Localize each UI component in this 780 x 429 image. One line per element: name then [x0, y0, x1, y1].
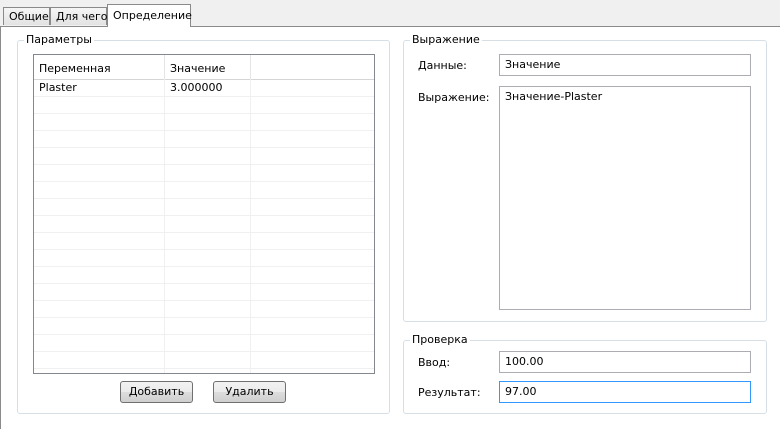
result-field[interactable]: 97.00 — [499, 381, 751, 403]
add-button[interactable]: Добавить — [120, 381, 193, 403]
column-header-value[interactable]: Значение — [165, 55, 251, 79]
input-field[interactable]: 100.00 — [499, 351, 751, 373]
tab-general[interactable]: Общие — [3, 7, 50, 25]
table-row[interactable]: Plaster 3.000000 — [34, 79, 374, 96]
row-value: 3.000000 — [170, 81, 223, 94]
column-header-variable[interactable]: Переменная — [34, 55, 165, 79]
parameters-list-body: Plaster 3.000000 — [34, 79, 374, 373]
data-field[interactable]: Значение — [499, 54, 751, 76]
expression-textarea[interactable]: Значение-Plaster — [499, 86, 751, 310]
expression-label: Выражение: — [418, 91, 490, 104]
expression-group-title: Выражение — [410, 33, 482, 47]
tab-definition[interactable]: Определение — [107, 4, 192, 27]
result-label: Результат: — [418, 386, 481, 399]
input-label: Ввод: — [418, 356, 451, 369]
data-label: Данные: — [418, 59, 467, 72]
parameters-list-header: Переменная Значение — [34, 55, 374, 80]
row-variable: Plaster — [39, 81, 77, 94]
delete-button[interactable]: Удалить — [213, 381, 286, 403]
parameters-list[interactable]: Переменная Значение Plaster 3.000000 — [33, 54, 375, 374]
parameters-group-title: Параметры — [24, 33, 94, 47]
tab-purpose[interactable]: Для чего — [50, 7, 108, 25]
check-group-title: Проверка — [410, 333, 470, 347]
